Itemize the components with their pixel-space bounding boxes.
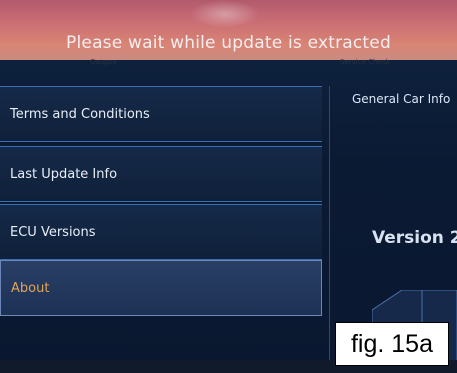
- menu-item-label: About: [11, 281, 50, 296]
- version-text: Version 2: [372, 228, 457, 248]
- menu-item-last-update-info[interactable]: Last Update Info: [0, 146, 322, 202]
- menu-item-label: Terms and Conditions: [10, 107, 150, 122]
- menu-item-label: ECU Versions: [10, 225, 96, 240]
- screen: Please wait while update is extracted Ga…: [0, 0, 457, 373]
- ghost-tab-service: Service Check: [340, 58, 390, 66]
- panel-divider: [329, 86, 330, 366]
- menu-item-terms[interactable]: Terms and Conditions: [0, 86, 322, 142]
- banner-title: Please wait while update is extracted: [66, 33, 391, 53]
- menu-item-label: Last Update Info: [10, 167, 118, 182]
- menu-item-about[interactable]: About: [0, 260, 322, 316]
- status-banner: Please wait while update is extracted: [0, 0, 457, 60]
- ghost-tab-gauges: Gauges: [90, 58, 117, 66]
- glare: [190, 0, 260, 28]
- panel-title: General Car Info: [352, 92, 451, 106]
- figure-label: fig. 15a: [335, 322, 449, 366]
- menu-item-ecu-versions[interactable]: ECU Versions: [0, 204, 322, 260]
